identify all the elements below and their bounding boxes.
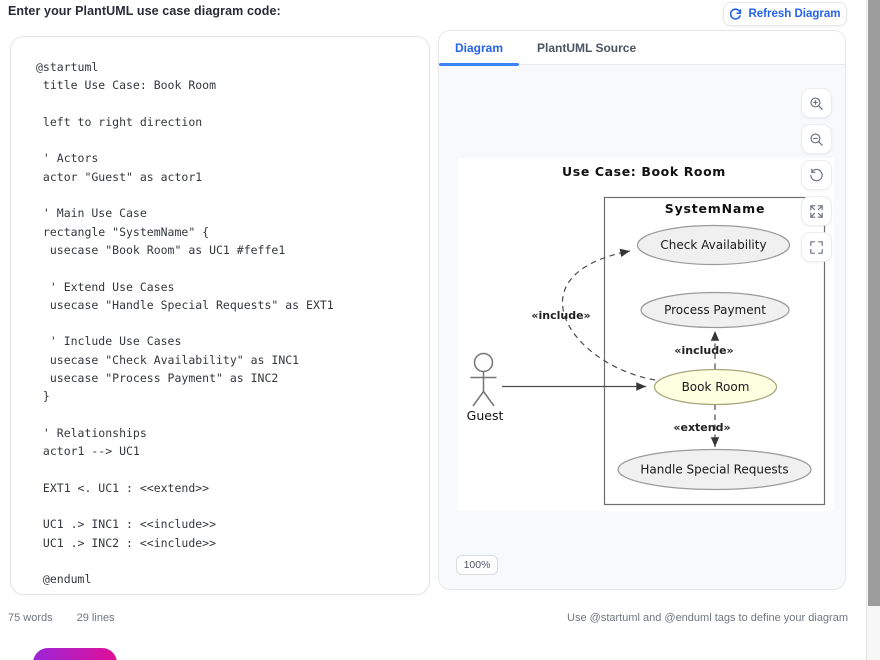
usecase-book-room-label: Book Room [682,380,750,394]
hint-text: Use @startuml and @enduml tags to define… [567,612,848,624]
tab-plantuml-source-label: PlantUML Source [537,41,636,55]
zoom-in-icon [808,95,825,112]
zoom-out-icon [808,131,825,148]
usecase-check-availability-label: Check Availability [660,238,766,252]
expand-button[interactable] [801,196,832,226]
expand-icon [808,203,825,220]
scrollbar-thumb[interactable] [868,0,880,606]
word-count: 75 words [8,612,53,624]
reset-view-button[interactable] [801,160,832,190]
editor-stats: 75 words 29 lines [8,612,139,624]
code-editor[interactable]: @startuml title Use Case: Book Room left… [36,58,419,589]
refresh-button-label: Refresh Diagram [748,8,840,20]
actor-guest-label: Guest [467,408,504,423]
edge-label-include-left: «include» [531,309,590,322]
gradient-action-button[interactable] [33,648,117,660]
edge-label-include-mid: «include» [674,344,733,357]
code-editor-panel: @startuml title Use Case: Book Room left… [10,36,430,595]
system-boundary-label: SystemName [665,201,765,216]
usecase-handle-special-requests-label: Handle Special Requests [640,463,788,477]
page-scrollbar[interactable] [866,0,880,660]
zoom-level-badge: 100% [456,555,498,575]
reset-view-icon [808,167,825,184]
tab-plantuml-source[interactable]: PlantUML Source [519,31,654,65]
zoom-out-button[interactable] [801,124,832,154]
plantuml-editor-page: Enter your PlantUML use case diagram cod… [0,0,880,660]
viewer-controls [801,88,833,268]
viewer-tabs: Diagram PlantUML Source [439,31,845,65]
usecase-process-payment-label: Process Payment [664,303,766,317]
page-title: Enter your PlantUML use case diagram cod… [8,4,281,18]
refresh-icon [729,8,742,21]
diagram-viewer-panel: Diagram PlantUML Source Use Case: Book R… [438,30,846,590]
tab-diagram-label: Diagram [455,41,503,55]
zoom-in-button[interactable] [801,88,832,118]
tab-diagram[interactable]: Diagram [439,31,519,65]
diagram-title: Use Case: Book Room [562,164,726,179]
refresh-diagram-button[interactable]: Refresh Diagram [723,2,847,26]
fullscreen-icon [808,239,825,256]
fullscreen-button[interactable] [801,232,832,262]
actor-guest [471,354,497,407]
diagram-canvas[interactable]: Use Case: Book Room SystemName Guest [458,158,834,511]
edge-label-extend: «extend» [673,421,730,434]
line-count: 29 lines [77,612,115,624]
usecase-diagram: Use Case: Book Room SystemName Guest [458,158,834,511]
